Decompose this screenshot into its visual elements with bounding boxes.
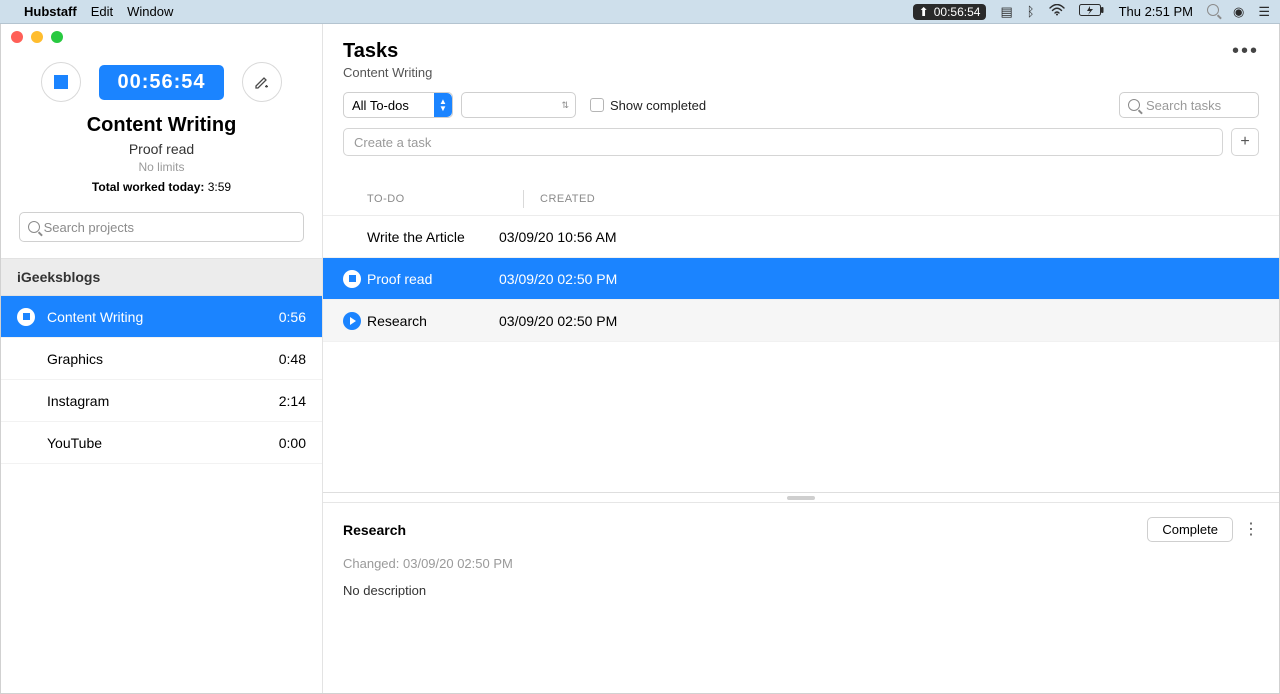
plus-icon: + [1240, 133, 1249, 151]
project-item-content-writing[interactable]: Content Writing 0:56 [1, 296, 322, 338]
control-center-icon[interactable]: ☰ [1258, 4, 1270, 20]
task-name: Proof read [367, 271, 499, 287]
total-worked-value: 3:59 [208, 180, 231, 194]
search-icon [28, 221, 40, 233]
create-task-input[interactable]: Create a task [343, 128, 1223, 156]
stop-timer-button[interactable] [41, 62, 81, 102]
project-time: 0:00 [279, 435, 306, 451]
todo-filter-value: All To-dos [344, 98, 434, 113]
task-created: 03/09/20 02:50 PM [499, 271, 617, 287]
main-panel: Tasks Content Writing ••• All To-dos ▲▼ … [323, 24, 1279, 693]
col-todo: TO-DO [367, 193, 523, 205]
menubar-clock[interactable]: Thu 2:51 PM [1119, 4, 1193, 19]
stop-icon [54, 75, 68, 89]
window-traffic-lights[interactable] [11, 31, 63, 43]
split-grabber[interactable] [323, 492, 1279, 502]
edit-time-button[interactable] [242, 62, 282, 102]
cloud-up-icon: ⬆ [919, 5, 929, 19]
project-name: Instagram [47, 393, 109, 409]
project-name: YouTube [47, 435, 102, 451]
clipboard-icon[interactable]: ▤ [1000, 4, 1012, 20]
search-icon [1128, 99, 1140, 111]
task-created: 03/09/20 10:56 AM [499, 229, 617, 245]
detail-changed: Changed: 03/09/20 02:50 PM [343, 556, 1259, 571]
close-icon[interactable] [11, 31, 23, 43]
add-task-button[interactable]: + [1231, 128, 1259, 156]
bluetooth-icon[interactable]: ᛒ [1027, 4, 1035, 19]
project-name: Graphics [47, 351, 103, 367]
task-detail-panel: Research Complete ⋮ Changed: 03/09/20 02… [323, 502, 1279, 612]
checkbox-icon [590, 98, 604, 112]
play-icon[interactable] [343, 312, 361, 330]
limits-label: No limits [1, 160, 322, 174]
current-task-label: Proof read [1, 141, 322, 157]
table-header: TO-DO CREATED [323, 182, 1279, 216]
col-created: CREATED [540, 193, 595, 205]
menu-window[interactable]: Window [127, 4, 173, 19]
app-name[interactable]: Hubstaff [24, 4, 77, 19]
detail-more-button[interactable]: ⋮ [1243, 528, 1259, 532]
task-row[interactable]: Write the Article 03/09/20 10:56 AM [323, 216, 1279, 258]
search-projects-placeholder: Search projects [44, 220, 134, 235]
secondary-filter-select[interactable]: ⇅ [461, 92, 576, 118]
app-window: 00:56:54 Content Writing Proof read No l… [0, 24, 1280, 694]
project-item-instagram[interactable]: Instagram 2:14 [1, 380, 322, 422]
mac-menubar: Hubstaff Edit Window ⬆ 00:56:54 ▤ ᛒ Thu … [0, 0, 1280, 24]
org-header: iGeeksblogs [1, 258, 322, 296]
chevron-updown-icon: ⇅ [561, 100, 569, 111]
menu-edit[interactable]: Edit [91, 4, 113, 19]
detail-title: Research [343, 522, 406, 538]
show-completed-label: Show completed [610, 98, 706, 113]
search-tasks-input[interactable]: Search tasks [1119, 92, 1259, 118]
create-task-placeholder: Create a task [354, 135, 431, 150]
menubar-timer-chip[interactable]: ⬆ 00:56:54 [913, 4, 987, 20]
task-name: Write the Article [367, 229, 499, 245]
project-time: 2:14 [279, 393, 306, 409]
total-worked-row: Total worked today: 3:59 [1, 180, 322, 194]
project-name: Content Writing [47, 309, 143, 325]
page-subtitle: Content Writing [343, 65, 432, 80]
detail-description: No description [343, 583, 1259, 598]
stop-icon [17, 308, 35, 326]
project-item-youtube[interactable]: YouTube 0:00 [1, 422, 322, 464]
wifi-icon[interactable] [1049, 4, 1065, 19]
page-title: Tasks [343, 40, 432, 63]
minimize-icon[interactable] [31, 31, 43, 43]
project-item-graphics[interactable]: Graphics 0:48 [1, 338, 322, 380]
task-row-selected[interactable]: Proof read 03/09/20 02:50 PM [323, 258, 1279, 300]
menubar-timer-value: 00:56:54 [934, 5, 981, 19]
spotlight-icon[interactable] [1207, 4, 1219, 19]
task-row[interactable]: Research 03/09/20 02:50 PM [323, 300, 1279, 342]
project-time: 0:48 [279, 351, 306, 367]
total-worked-label: Total worked today: [92, 180, 204, 194]
timer-display: 00:56:54 [99, 65, 223, 100]
battery-icon[interactable] [1079, 4, 1105, 19]
more-menu-button[interactable]: ••• [1232, 40, 1259, 63]
todo-filter-select[interactable]: All To-dos ▲▼ [343, 92, 453, 118]
search-projects-input[interactable]: Search projects [19, 212, 304, 242]
task-name: Research [367, 313, 499, 329]
complete-button[interactable]: Complete [1147, 517, 1233, 542]
chevron-updown-icon: ▲▼ [434, 93, 452, 117]
sidebar: 00:56:54 Content Writing Proof read No l… [1, 24, 323, 693]
siri-icon[interactable]: ◉ [1233, 4, 1244, 20]
stop-icon[interactable] [343, 270, 361, 288]
task-created: 03/09/20 02:50 PM [499, 313, 617, 329]
project-time: 0:56 [279, 309, 306, 325]
show-completed-checkbox[interactable]: Show completed [590, 98, 706, 113]
current-project-title: Content Writing [1, 114, 322, 137]
zoom-icon[interactable] [51, 31, 63, 43]
search-tasks-placeholder: Search tasks [1146, 98, 1221, 113]
